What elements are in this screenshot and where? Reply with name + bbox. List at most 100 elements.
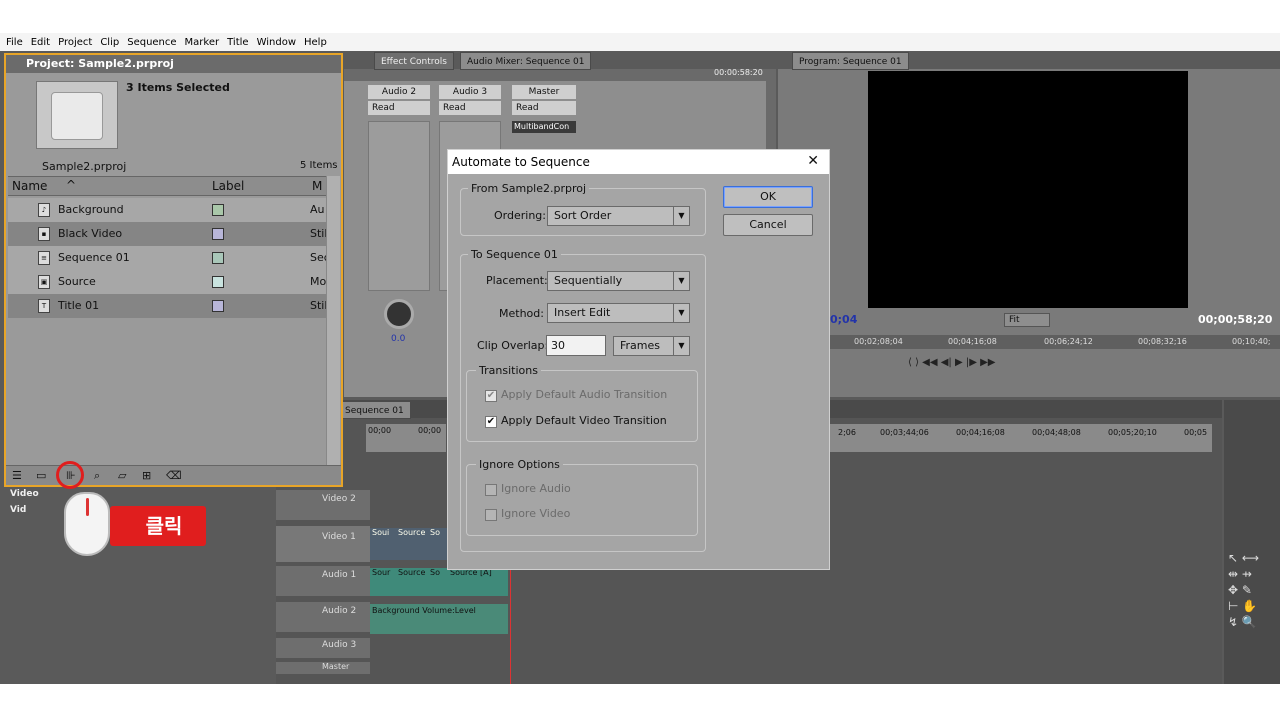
method-select[interactable]: Insert Edit ▼ [547,303,690,323]
still-image-icon: ▪ [38,227,50,241]
mixer-mode-audio3[interactable]: Read [439,101,501,115]
column-media[interactable]: M [312,179,322,193]
tab-effect-controls[interactable]: Effect Controls [374,52,454,70]
multiple-items-icon [51,92,103,140]
sequence-icon: ≡ [38,251,50,265]
program-ruler-tick: 00;02;08;04 [854,337,903,346]
highlight-ring [56,461,84,489]
ordering-select[interactable]: Sort Order ▼ [547,206,690,226]
project-item-background[interactable]: ♪ Background Au [8,198,326,222]
find-icon[interactable]: ⌕ [94,469,100,483]
program-ruler-tick: 00;08;32;16 [1138,337,1187,346]
menu-file[interactable]: File [6,37,23,48]
mixer-effect-slot[interactable]: MultibandCon [512,121,576,133]
column-label[interactable]: Label [212,179,244,193]
new-item-icon[interactable]: ⊞ [142,469,151,482]
project-thumbnail [36,81,118,149]
mixer-mode-master[interactable]: Read [512,101,576,115]
bottom-margin [0,684,1280,720]
project-column-header: Name ^ Label M [8,176,340,196]
click-annotation-label: 클릭 [110,506,206,546]
program-timecode-current: 00;00;58;20 [1198,313,1273,326]
menu-title[interactable]: Title [227,37,248,48]
tool-buttons[interactable]: ↖ ⟷ ⇹ ⇸ ✥ ✎ ⊢ ✋ ↯ 🔍 [1228,550,1276,650]
tab-program[interactable]: Program: Sequence 01 [792,52,909,70]
track-header-audio3[interactable]: Audio 3 [276,638,370,658]
delete-icon[interactable]: ⌫ [166,469,182,482]
program-fit-select[interactable]: Fit [1004,313,1050,327]
chevron-down-icon: ▼ [673,304,689,322]
menu-marker[interactable]: Marker [185,37,220,48]
bin-vid[interactable]: Vid [10,505,26,515]
ignore-audio-checkbox[interactable] [485,484,497,496]
pan-value: 0.0 [391,334,406,344]
title-file-icon: T [38,299,50,313]
label-swatch [212,228,224,240]
menu-edit[interactable]: Edit [31,37,50,48]
program-timecode-in: 0;04 [830,313,858,326]
project-file-name: Sample2.prproj [42,160,127,173]
program-ruler: 00;02;08;04 00;04;16;08 00;06;24;12 00;0… [830,335,1280,349]
track-header-audio1[interactable]: Audio 1 [276,566,370,596]
apply-video-transition-checkbox[interactable]: ✔ [485,416,497,428]
list-view-icon[interactable]: ☰ [12,469,22,482]
ignore-options-group [466,464,698,536]
tab-audio-mixer[interactable]: Audio Mixer: Sequence 01 [460,52,592,70]
ignore-video-label: Ignore Video [501,507,571,520]
audio1-clips[interactable]: Sour Source So Source [A] [370,568,508,596]
placement-label: Placement: [486,274,548,287]
label-swatch [212,252,224,264]
close-icon[interactable]: ✕ [807,153,819,169]
cancel-button[interactable]: Cancel [723,214,813,236]
mixer-mode-audio2[interactable]: Read [368,101,430,115]
pan-knob[interactable] [384,299,414,329]
menu-help[interactable]: Help [304,37,327,48]
method-label: Method: [499,307,544,320]
column-name[interactable]: Name [12,179,47,193]
icon-view-icon[interactable]: ▭ [36,469,46,482]
chevron-down-icon: ▼ [673,272,689,290]
dialog-title: Automate to Sequence [448,150,829,174]
apply-audio-transition-label: Apply Default Audio Transition [501,388,668,401]
mouse-icon [64,492,110,556]
menu-project[interactable]: Project [58,37,92,48]
from-group-label: From Sample2.prproj [468,182,590,195]
program-ruler-tick: 00;06;24;12 [1044,337,1093,346]
placement-select[interactable]: Sequentially ▼ [547,271,690,291]
project-item-black-video[interactable]: ▪ Black Video Stil [8,222,327,246]
ignore-options-group-label: Ignore Options [476,458,563,471]
track-header-audio2[interactable]: Audio 2 [276,602,370,632]
chevron-down-icon: ▼ [673,207,689,225]
apply-audio-transition-checkbox[interactable]: ✔ [485,390,497,402]
tab-timeline-sequence[interactable]: Sequence 01 [338,401,411,419]
ordering-label: Ordering: [494,209,546,222]
project-item-title-01[interactable]: T Title 01 Stil [8,294,327,318]
program-transport-controls[interactable]: ⟨ ⟩ ◀◀ ◀| ▶ |▶ ▶▶ [908,357,1158,393]
clip-overlap-label: Clip Overlap: [477,339,549,352]
bin-video[interactable]: Video [10,489,39,499]
audio2-background-clip[interactable]: Background Volume:Level [370,604,508,634]
label-swatch [212,204,224,216]
project-item-sequence-01[interactable]: ≡ Sequence 01 Sec [8,246,330,270]
mixer-channel-audio2: Audio 2 [368,85,430,99]
project-scrollbar[interactable] [326,176,340,466]
track-header-video1[interactable]: Video 1 [276,526,370,562]
project-panel-title[interactable]: Project: Sample2.prproj [6,55,341,73]
project-item-count: 5 Items [300,160,338,171]
ok-button[interactable]: OK [723,186,813,208]
menu-clip[interactable]: Clip [100,37,119,48]
menu-sequence[interactable]: Sequence [127,37,176,48]
ignore-video-checkbox[interactable] [485,509,497,521]
sort-ascending-icon[interactable]: ^ [66,178,76,192]
chevron-down-icon: ▼ [673,337,689,355]
program-video-viewer [868,71,1188,308]
track-header-video2[interactable]: Video 2 [276,490,370,520]
track-header-master[interactable]: Master [276,662,370,674]
clip-overlap-input[interactable]: 30 [546,335,606,356]
mixer-timecode: 00:00:58:20 [714,68,763,77]
overlap-unit-select[interactable]: Frames ▼ [613,336,690,356]
project-item-source[interactable]: ▣ Source Mo [8,270,326,294]
program-ruler-tick: 00;04;16;08 [948,337,997,346]
menu-window[interactable]: Window [257,37,296,48]
new-bin-icon[interactable]: ▱ [118,469,126,482]
